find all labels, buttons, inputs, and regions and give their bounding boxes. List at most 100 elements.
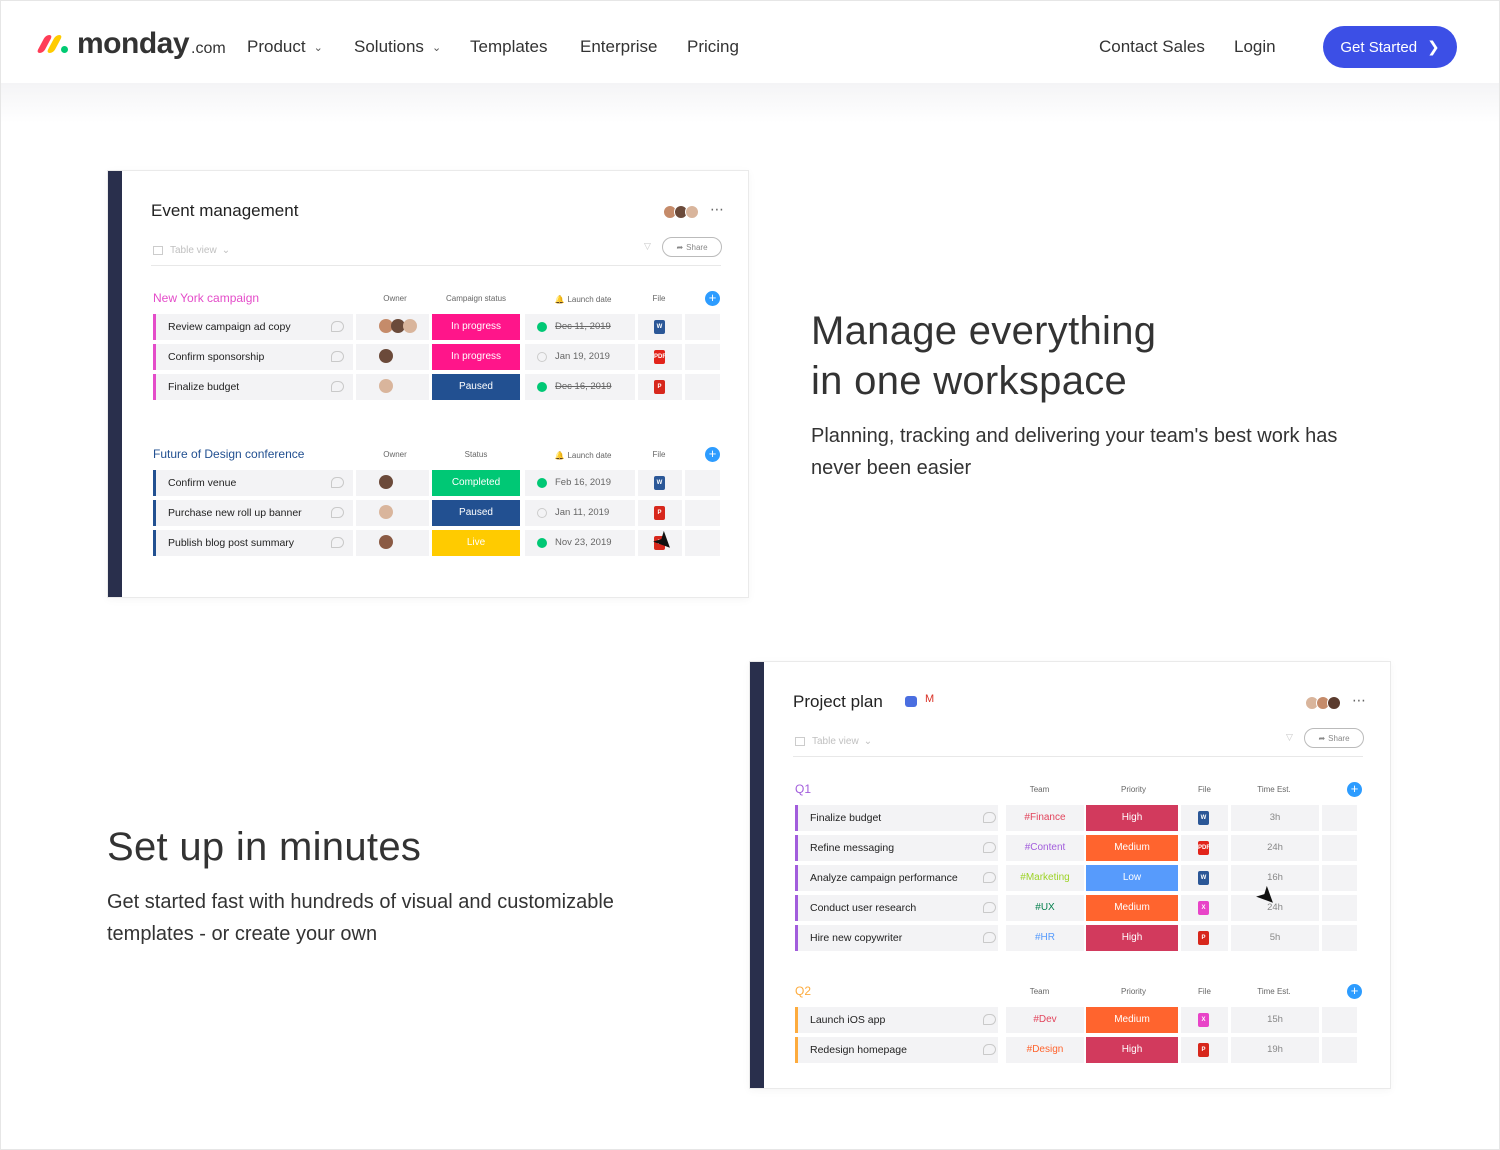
row-name[interactable]: Confirm venue <box>153 470 353 496</box>
table-row[interactable]: Finalize budget Paused Dec 16, 2019 P <box>153 374 723 400</box>
owner-cell[interactable] <box>356 470 429 496</box>
row-name[interactable]: Redesign homepage <box>795 1037 998 1063</box>
priority-pill[interactable]: Medium <box>1086 895 1178 921</box>
row-name[interactable]: Finalize budget <box>795 805 998 831</box>
time-estimate[interactable]: 15h <box>1231 1007 1319 1033</box>
board-members-avatars[interactable] <box>663 205 699 219</box>
status-pill[interactable]: Completed <box>432 470 520 496</box>
conversation-icon[interactable] <box>331 351 344 362</box>
file-cell[interactable]: PDF <box>1181 835 1228 861</box>
team-cell[interactable]: #Finance <box>1006 805 1084 831</box>
conversation-icon[interactable] <box>331 381 344 392</box>
filter-icon[interactable]: ▽ <box>1286 732 1293 743</box>
table-row[interactable]: Launch iOS app #Dev Medium X 15h <box>795 1007 1365 1033</box>
team-cell[interactable]: #Design <box>1006 1037 1084 1063</box>
row-name[interactable]: Finalize budget <box>153 374 353 400</box>
file-cell[interactable]: P <box>1181 1037 1228 1063</box>
date-cell[interactable]: Dec 16, 2019 <box>525 374 635 400</box>
file-cell[interactable]: W <box>1181 805 1228 831</box>
table-row[interactable]: Purchase new roll up banner Paused Jan 11,… <box>153 500 723 526</box>
priority-pill[interactable]: High <box>1086 805 1178 831</box>
row-name[interactable]: Purchase new roll up banner <box>153 500 353 526</box>
priority-pill[interactable]: Medium <box>1086 1007 1178 1033</box>
priority-pill[interactable]: High <box>1086 925 1178 951</box>
more-options-icon[interactable]: ⋯ <box>1352 692 1367 709</box>
conversation-icon[interactable] <box>331 321 344 332</box>
file-cell[interactable]: W <box>1181 865 1228 891</box>
date-cell[interactable]: Dec 11, 2019 <box>525 314 635 340</box>
status-pill[interactable]: In progress <box>432 314 520 340</box>
row-name[interactable]: Conduct user research <box>795 895 998 921</box>
time-estimate[interactable]: 5h <box>1231 925 1319 951</box>
row-name[interactable]: Confirm sponsorship <box>153 344 353 370</box>
monday-logo[interactable]: monday .com <box>36 27 226 61</box>
row-name[interactable]: Publish blog post summary <box>153 530 353 556</box>
conversation-icon[interactable] <box>983 1044 996 1055</box>
priority-pill[interactable]: High <box>1086 1037 1178 1063</box>
get-started-button[interactable]: Get Started ❯ <box>1323 26 1457 68</box>
file-cell[interactable]: X <box>1181 1007 1228 1033</box>
nav-solutions[interactable]: Solutions ⌄ <box>354 37 441 57</box>
board-members-avatars[interactable] <box>1305 696 1341 710</box>
file-cell[interactable]: X <box>1181 895 1228 921</box>
file-cell[interactable]: W <box>638 470 682 496</box>
status-pill[interactable]: Paused <box>432 500 520 526</box>
filter-icon[interactable]: ▽ <box>644 241 651 252</box>
date-cell[interactable]: Nov 23, 2019 <box>525 530 635 556</box>
add-column-button[interactable]: + <box>1347 782 1362 797</box>
file-cell[interactable]: P <box>638 374 682 400</box>
conversation-icon[interactable] <box>983 842 996 853</box>
status-pill[interactable]: In progress <box>432 344 520 370</box>
file-cell[interactable]: P <box>638 500 682 526</box>
file-icon[interactable]: P <box>654 506 665 520</box>
conversation-icon[interactable] <box>983 932 996 943</box>
status-pill[interactable]: Paused <box>432 374 520 400</box>
row-name[interactable]: Launch iOS app <box>795 1007 998 1033</box>
table-row[interactable]: Refine messaging #Content Medium PDF 24h <box>795 835 1365 861</box>
file-cell[interactable]: W <box>638 314 682 340</box>
add-column-button[interactable]: + <box>705 291 720 306</box>
file-icon[interactable]: W <box>1198 811 1209 825</box>
team-cell[interactable]: #HR <box>1006 925 1084 951</box>
owner-cell[interactable] <box>356 530 429 556</box>
file-icon[interactable]: P <box>1198 931 1209 945</box>
time-estimate[interactable]: 19h <box>1231 1037 1319 1063</box>
table-row[interactable]: Publish blog post summary Live Nov 23, 201… <box>153 530 723 556</box>
file-cell[interactable]: P <box>1181 925 1228 951</box>
row-name[interactable]: Analyze campaign performance <box>795 865 998 891</box>
share-button[interactable]: ➦ Share <box>1304 728 1364 748</box>
file-icon[interactable]: W <box>654 320 665 334</box>
table-row[interactable]: Confirm sponsorship In progress Jan 19, 20… <box>153 344 723 370</box>
nav-enterprise[interactable]: Enterprise <box>580 37 657 57</box>
team-cell[interactable]: #Dev <box>1006 1007 1084 1033</box>
table-view-selector[interactable]: Table view ⌄ <box>153 245 230 256</box>
date-cell[interactable]: Feb 16, 2019 <box>525 470 635 496</box>
table-row[interactable]: Analyze campaign performance #Marketing Lo… <box>795 865 1365 891</box>
time-estimate[interactable]: 3h <box>1231 805 1319 831</box>
file-icon[interactable]: X <box>1198 1013 1209 1027</box>
table-row[interactable]: Conduct user research #UX Medium X 24h <box>795 895 1365 921</box>
date-cell[interactable]: Jan 11, 2019 <box>525 500 635 526</box>
file-icon[interactable]: W <box>1198 871 1209 885</box>
status-pill[interactable]: Live <box>432 530 520 556</box>
conversation-icon[interactable] <box>983 902 996 913</box>
more-options-icon[interactable]: ⋯ <box>710 201 725 218</box>
add-column-button[interactable]: + <box>1347 984 1362 999</box>
conversation-icon[interactable] <box>331 507 344 518</box>
row-name[interactable]: Refine messaging <box>795 835 998 861</box>
team-cell[interactable]: #Content <box>1006 835 1084 861</box>
file-icon[interactable]: P <box>1198 1043 1209 1057</box>
table-row[interactable]: Confirm venue Completed Feb 16, 2019 W <box>153 470 723 496</box>
file-icon[interactable]: X <box>1198 901 1209 915</box>
table-row[interactable]: Finalize budget #Finance High W 3h <box>795 805 1365 831</box>
conversation-icon[interactable] <box>331 537 344 548</box>
file-icon[interactable]: W <box>654 476 665 490</box>
file-icon[interactable]: PDF <box>654 350 666 364</box>
nav-product[interactable]: Product ⌄ <box>247 37 323 57</box>
owner-cell[interactable] <box>356 314 429 340</box>
share-button[interactable]: ➦ Share <box>662 237 722 257</box>
nav-pricing[interactable]: Pricing <box>687 37 739 57</box>
owner-cell[interactable] <box>356 374 429 400</box>
owner-cell[interactable] <box>356 500 429 526</box>
conversation-icon[interactable] <box>983 872 996 883</box>
